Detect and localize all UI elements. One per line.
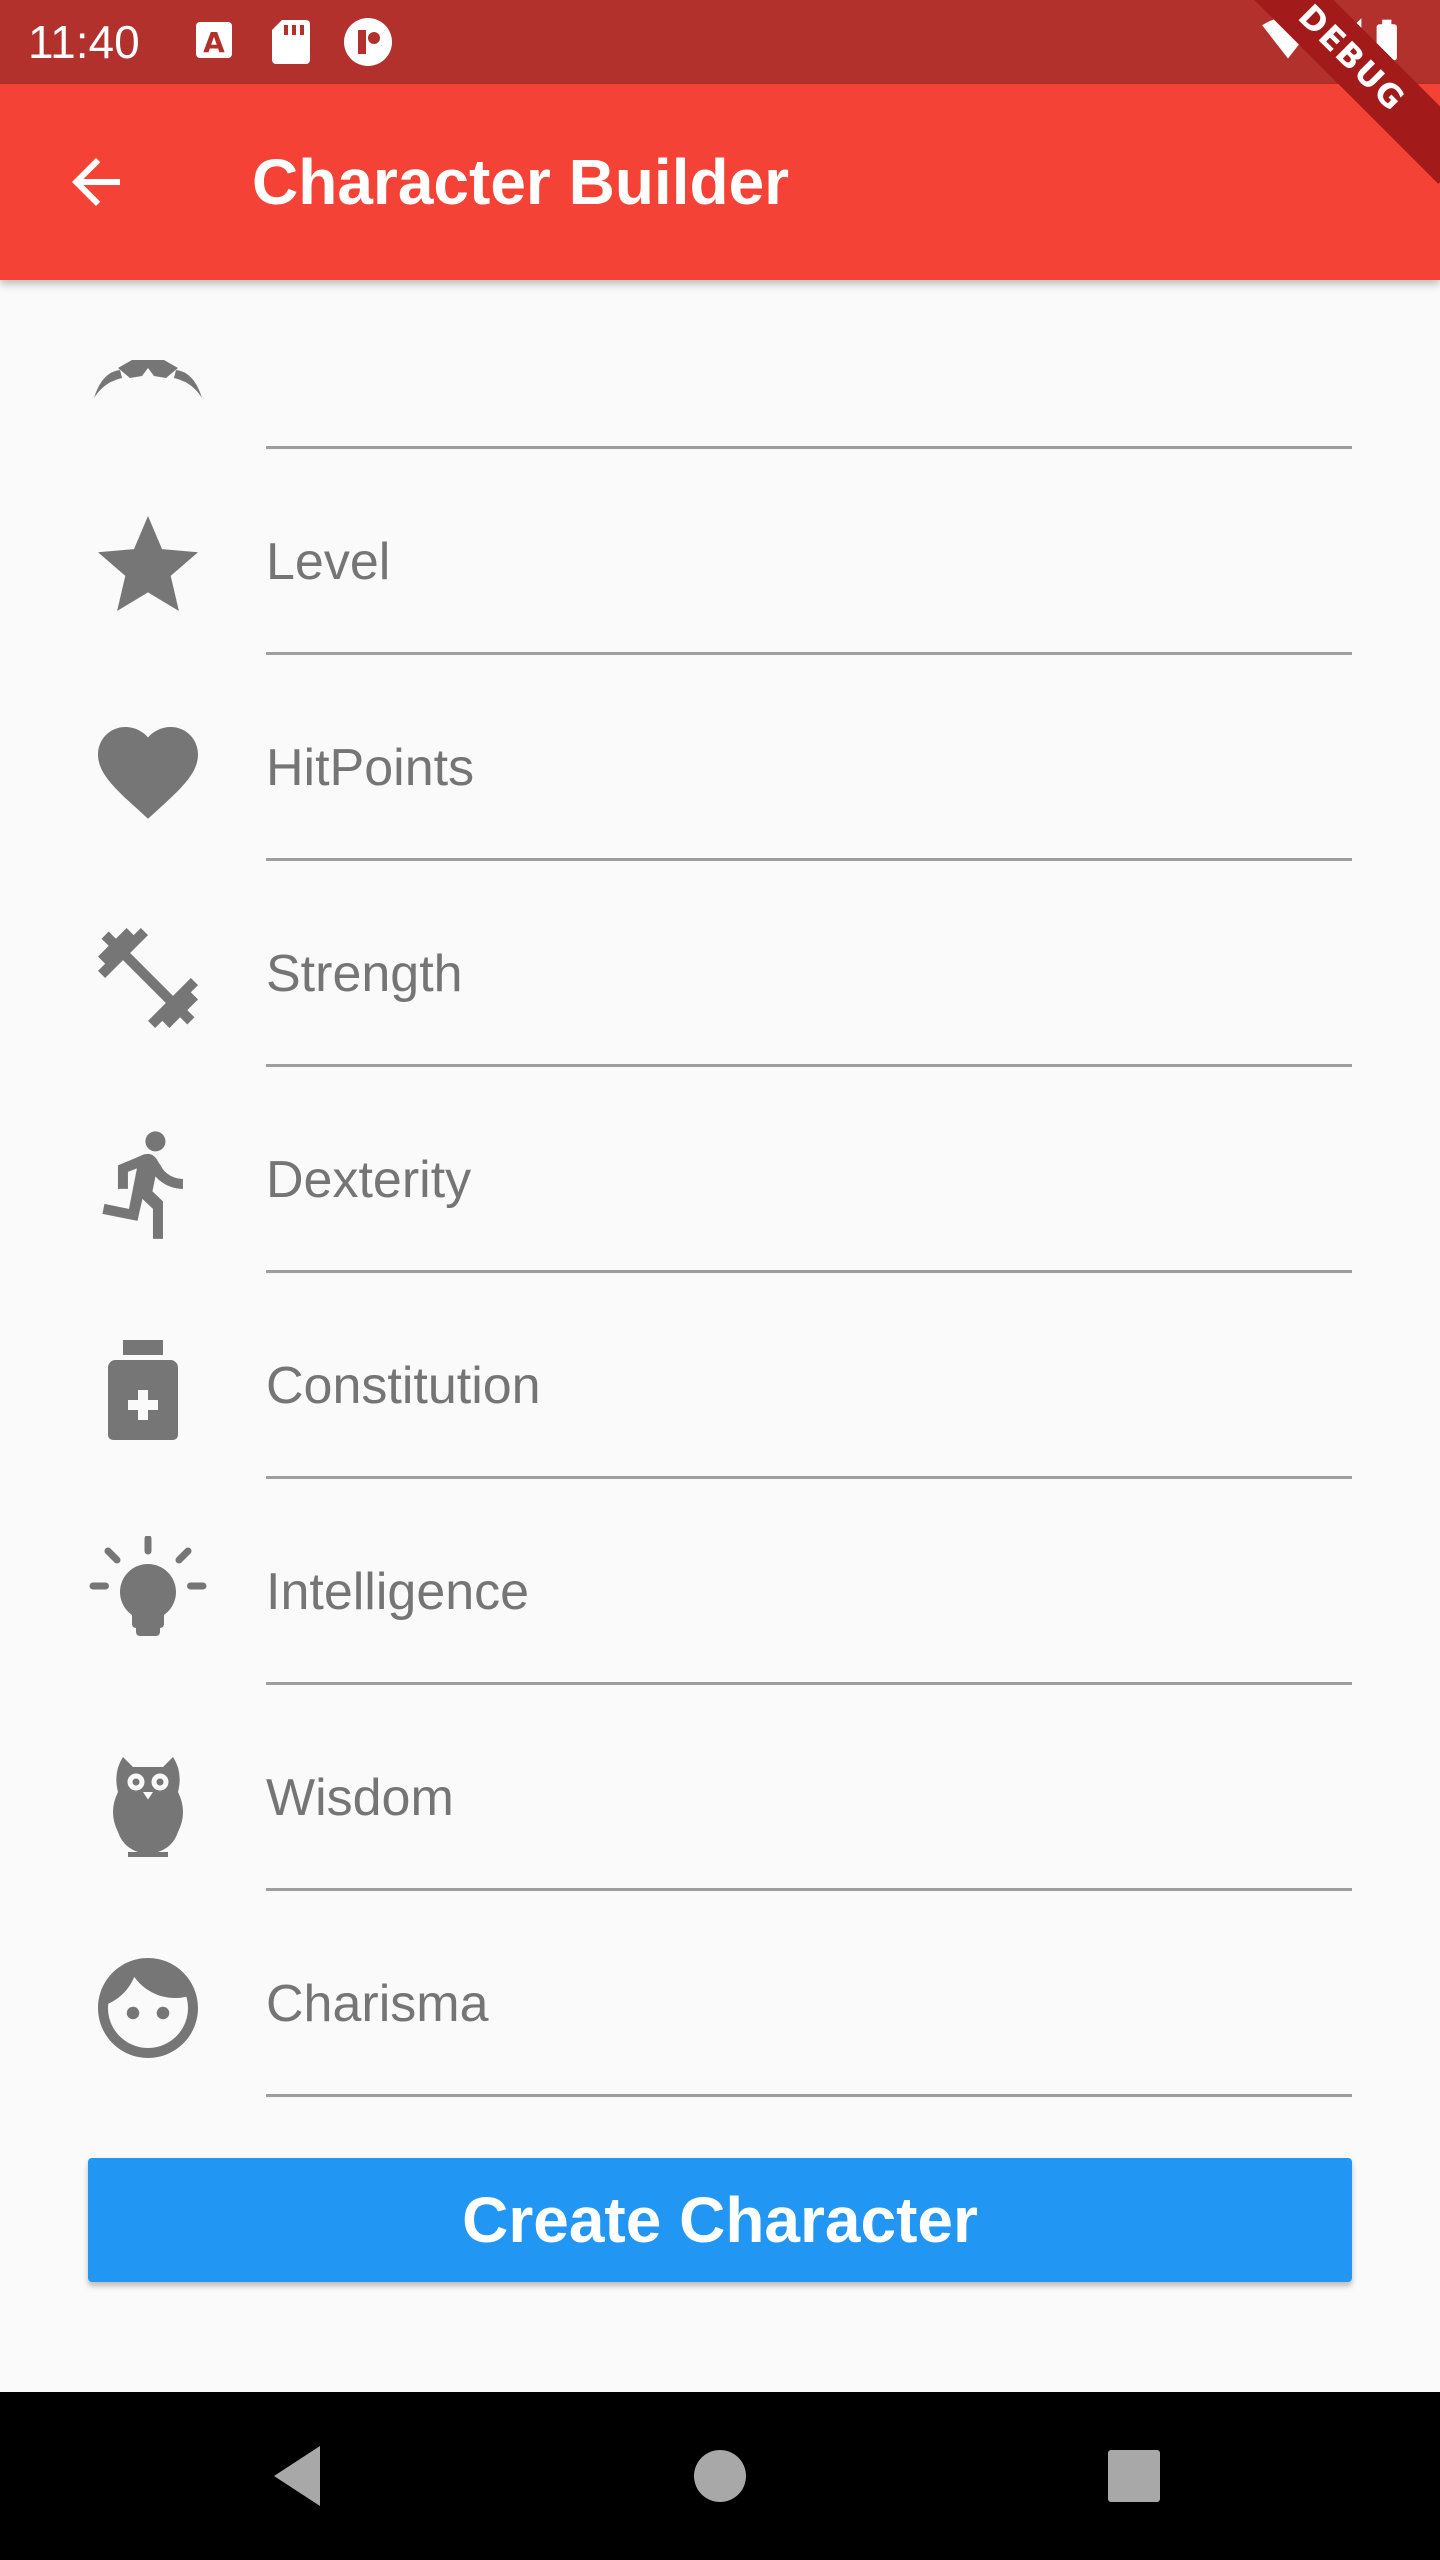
medicine-bottle-icon bbox=[108, 1340, 178, 1440]
heart-icon bbox=[98, 727, 198, 819]
notification-badge-icon bbox=[344, 18, 392, 66]
running-icon bbox=[102, 1131, 183, 1239]
field-underline bbox=[266, 1682, 1352, 1685]
wisdom-input[interactable] bbox=[266, 1748, 1352, 1848]
name-input[interactable] bbox=[266, 324, 1352, 424]
owl-icon bbox=[113, 1757, 183, 1857]
dexterity-input[interactable] bbox=[266, 1130, 1352, 1230]
navigation-bar bbox=[0, 2392, 1440, 2560]
hitpoints-input[interactable] bbox=[266, 718, 1352, 818]
constitution-input[interactable] bbox=[266, 1336, 1352, 1436]
field-row-wisdom bbox=[0, 1722, 1440, 1928]
debug-banner: DEBUG bbox=[1226, 0, 1440, 184]
field-underline bbox=[266, 652, 1352, 655]
create-character-button[interactable]: Create Character bbox=[88, 2158, 1352, 2282]
field-row-charisma bbox=[0, 1928, 1440, 2134]
home-circle-icon[interactable] bbox=[680, 2436, 760, 2516]
svg-text:A: A bbox=[203, 26, 225, 59]
status-left-icons: A bbox=[196, 18, 392, 66]
field-underline bbox=[266, 2094, 1352, 2097]
intelligence-input[interactable] bbox=[266, 1542, 1352, 1642]
strength-input[interactable] bbox=[266, 924, 1352, 1024]
a-text-icon: A bbox=[196, 22, 232, 59]
arrow-back-icon[interactable] bbox=[60, 146, 132, 218]
field-row-strength bbox=[0, 898, 1440, 1104]
status-time: 11:40 bbox=[28, 16, 140, 68]
field-underline bbox=[266, 1476, 1352, 1479]
star-icon bbox=[98, 516, 198, 611]
debug-banner-container: DEBUG bbox=[1200, 0, 1440, 240]
field-row-level bbox=[0, 486, 1440, 692]
recents-square-icon[interactable] bbox=[1094, 2436, 1174, 2516]
field-underline bbox=[266, 446, 1352, 449]
field-row-name bbox=[0, 280, 1440, 486]
field-row-dexterity bbox=[0, 1104, 1440, 1310]
level-input[interactable] bbox=[266, 512, 1352, 612]
back-triangle-icon[interactable] bbox=[260, 2436, 340, 2516]
field-underline bbox=[266, 1888, 1352, 1891]
field-row-hitpoints bbox=[0, 692, 1440, 898]
charisma-input[interactable] bbox=[266, 1954, 1352, 2054]
field-row-constitution bbox=[0, 1310, 1440, 1516]
face-icon bbox=[98, 1958, 198, 2058]
field-row-intelligence bbox=[0, 1516, 1440, 1722]
field-underline bbox=[266, 1270, 1352, 1273]
field-underline bbox=[266, 1064, 1352, 1067]
field-underline bbox=[266, 858, 1352, 861]
sd-card-icon bbox=[272, 20, 310, 64]
lightbulb-icon bbox=[89, 1536, 207, 1636]
page-title: Character Builder bbox=[252, 146, 790, 218]
mask-icon bbox=[94, 360, 202, 398]
dumbbell-icon bbox=[98, 928, 198, 1028]
